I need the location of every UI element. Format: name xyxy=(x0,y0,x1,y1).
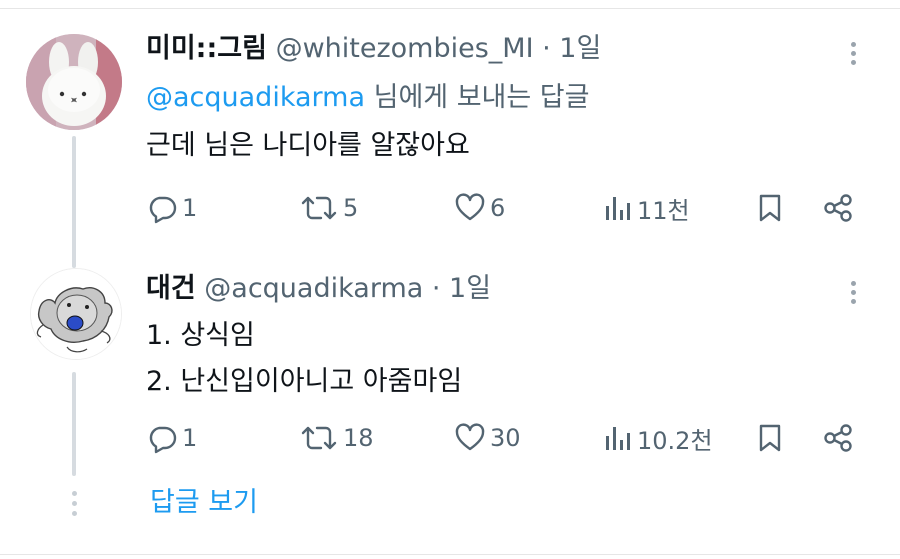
more-dot-icon xyxy=(850,298,856,304)
repost-count: 18 xyxy=(343,424,374,452)
bookmark-icon xyxy=(759,424,781,452)
views-button[interactable]: 11천 xyxy=(603,188,690,228)
post-text-line: 2. 난신입이아니고 아줌마임 xyxy=(146,366,463,397)
replying-to-line: @acquadikarma 님에게 보내는 답글 xyxy=(146,81,589,115)
repost-button[interactable]: 5 xyxy=(299,188,358,228)
post-action-bar: 1 5 6 11천 xyxy=(146,188,866,228)
post-timestamp[interactable]: · 1일 xyxy=(542,33,601,64)
reply-to-suffix: 님에게 보내는 답글 xyxy=(365,82,590,113)
reply-bubble-icon xyxy=(149,196,177,224)
reply-bubble-icon xyxy=(149,426,177,454)
thread-connector-line xyxy=(72,136,76,268)
bar-chart-icon xyxy=(606,427,630,450)
more-dot-icon xyxy=(850,289,856,295)
like-count: 6 xyxy=(490,194,506,222)
bookmark-button[interactable] xyxy=(756,188,784,228)
views-button[interactable]: 10.2천 xyxy=(603,418,713,458)
post-text-line: 1. 상식임 xyxy=(146,320,255,351)
bookmark-icon xyxy=(759,194,781,222)
more-dot-icon xyxy=(850,280,856,286)
reply-count: 1 xyxy=(182,194,198,222)
post-timestamp[interactable]: · 1일 xyxy=(432,273,491,304)
more-dot-icon xyxy=(850,59,856,65)
post-action-bar: 1 18 30 10.2천 xyxy=(146,418,866,458)
dot-icon xyxy=(72,501,77,506)
share-button[interactable] xyxy=(822,418,854,458)
post-text: 근데 님은 나디아를 알잖아요 xyxy=(146,126,470,166)
like-button[interactable]: 6 xyxy=(454,188,505,228)
avatar[interactable] xyxy=(26,34,122,130)
more-options-button[interactable] xyxy=(840,275,866,309)
koala-drawing-avatar-icon xyxy=(31,269,121,359)
views-count: 11천 xyxy=(637,196,690,225)
avatar[interactable] xyxy=(30,268,122,360)
more-options-button[interactable] xyxy=(840,36,866,70)
post-header: 대건 @acquadikarma · 1일 xyxy=(146,272,491,306)
bookmark-button[interactable] xyxy=(756,418,784,458)
author-handle[interactable]: @whitezombies_MI xyxy=(276,33,534,64)
reply-button[interactable]: 1 xyxy=(146,418,197,458)
like-button[interactable]: 30 xyxy=(454,418,521,458)
top-divider xyxy=(0,8,900,9)
reply-mention-link[interactable]: @acquadikarma xyxy=(146,82,365,113)
white-plush-avatar-icon xyxy=(26,34,122,130)
like-count: 30 xyxy=(490,424,521,452)
bottom-divider xyxy=(0,554,900,555)
repost-arrows-icon xyxy=(301,196,337,220)
thread-continuation-dots xyxy=(72,491,78,516)
views-count: 10.2천 xyxy=(637,426,713,455)
author-name[interactable]: 대건 xyxy=(146,273,196,304)
repost-button[interactable]: 18 xyxy=(299,418,374,458)
bar-chart-icon xyxy=(606,197,630,220)
post-text-line: 근데 님은 나디아를 알잖아요 xyxy=(146,130,470,161)
heart-icon xyxy=(455,193,485,221)
author-name[interactable]: 미미::그림 xyxy=(146,33,267,64)
reply-count: 1 xyxy=(182,424,198,452)
share-icon xyxy=(824,424,852,452)
show-replies-link[interactable]: 답글 보기 xyxy=(150,486,258,520)
heart-icon xyxy=(455,423,485,451)
repost-count: 5 xyxy=(343,194,359,222)
reply-button[interactable]: 1 xyxy=(146,188,197,228)
author-handle[interactable]: @acquadikarma xyxy=(204,273,423,304)
thread-connector-line xyxy=(72,372,76,476)
post-text: 1. 상식임 2. 난신입이아니고 아줌마임 xyxy=(146,316,462,402)
dot-icon xyxy=(72,491,77,496)
share-icon xyxy=(824,194,852,222)
share-button[interactable] xyxy=(822,188,854,228)
more-dot-icon xyxy=(850,50,856,56)
post-header: 미미::그림 @whitezombies_MI · 1일 xyxy=(146,32,601,66)
more-dot-icon xyxy=(850,41,856,47)
dot-icon xyxy=(72,511,77,516)
repost-arrows-icon xyxy=(301,426,337,450)
